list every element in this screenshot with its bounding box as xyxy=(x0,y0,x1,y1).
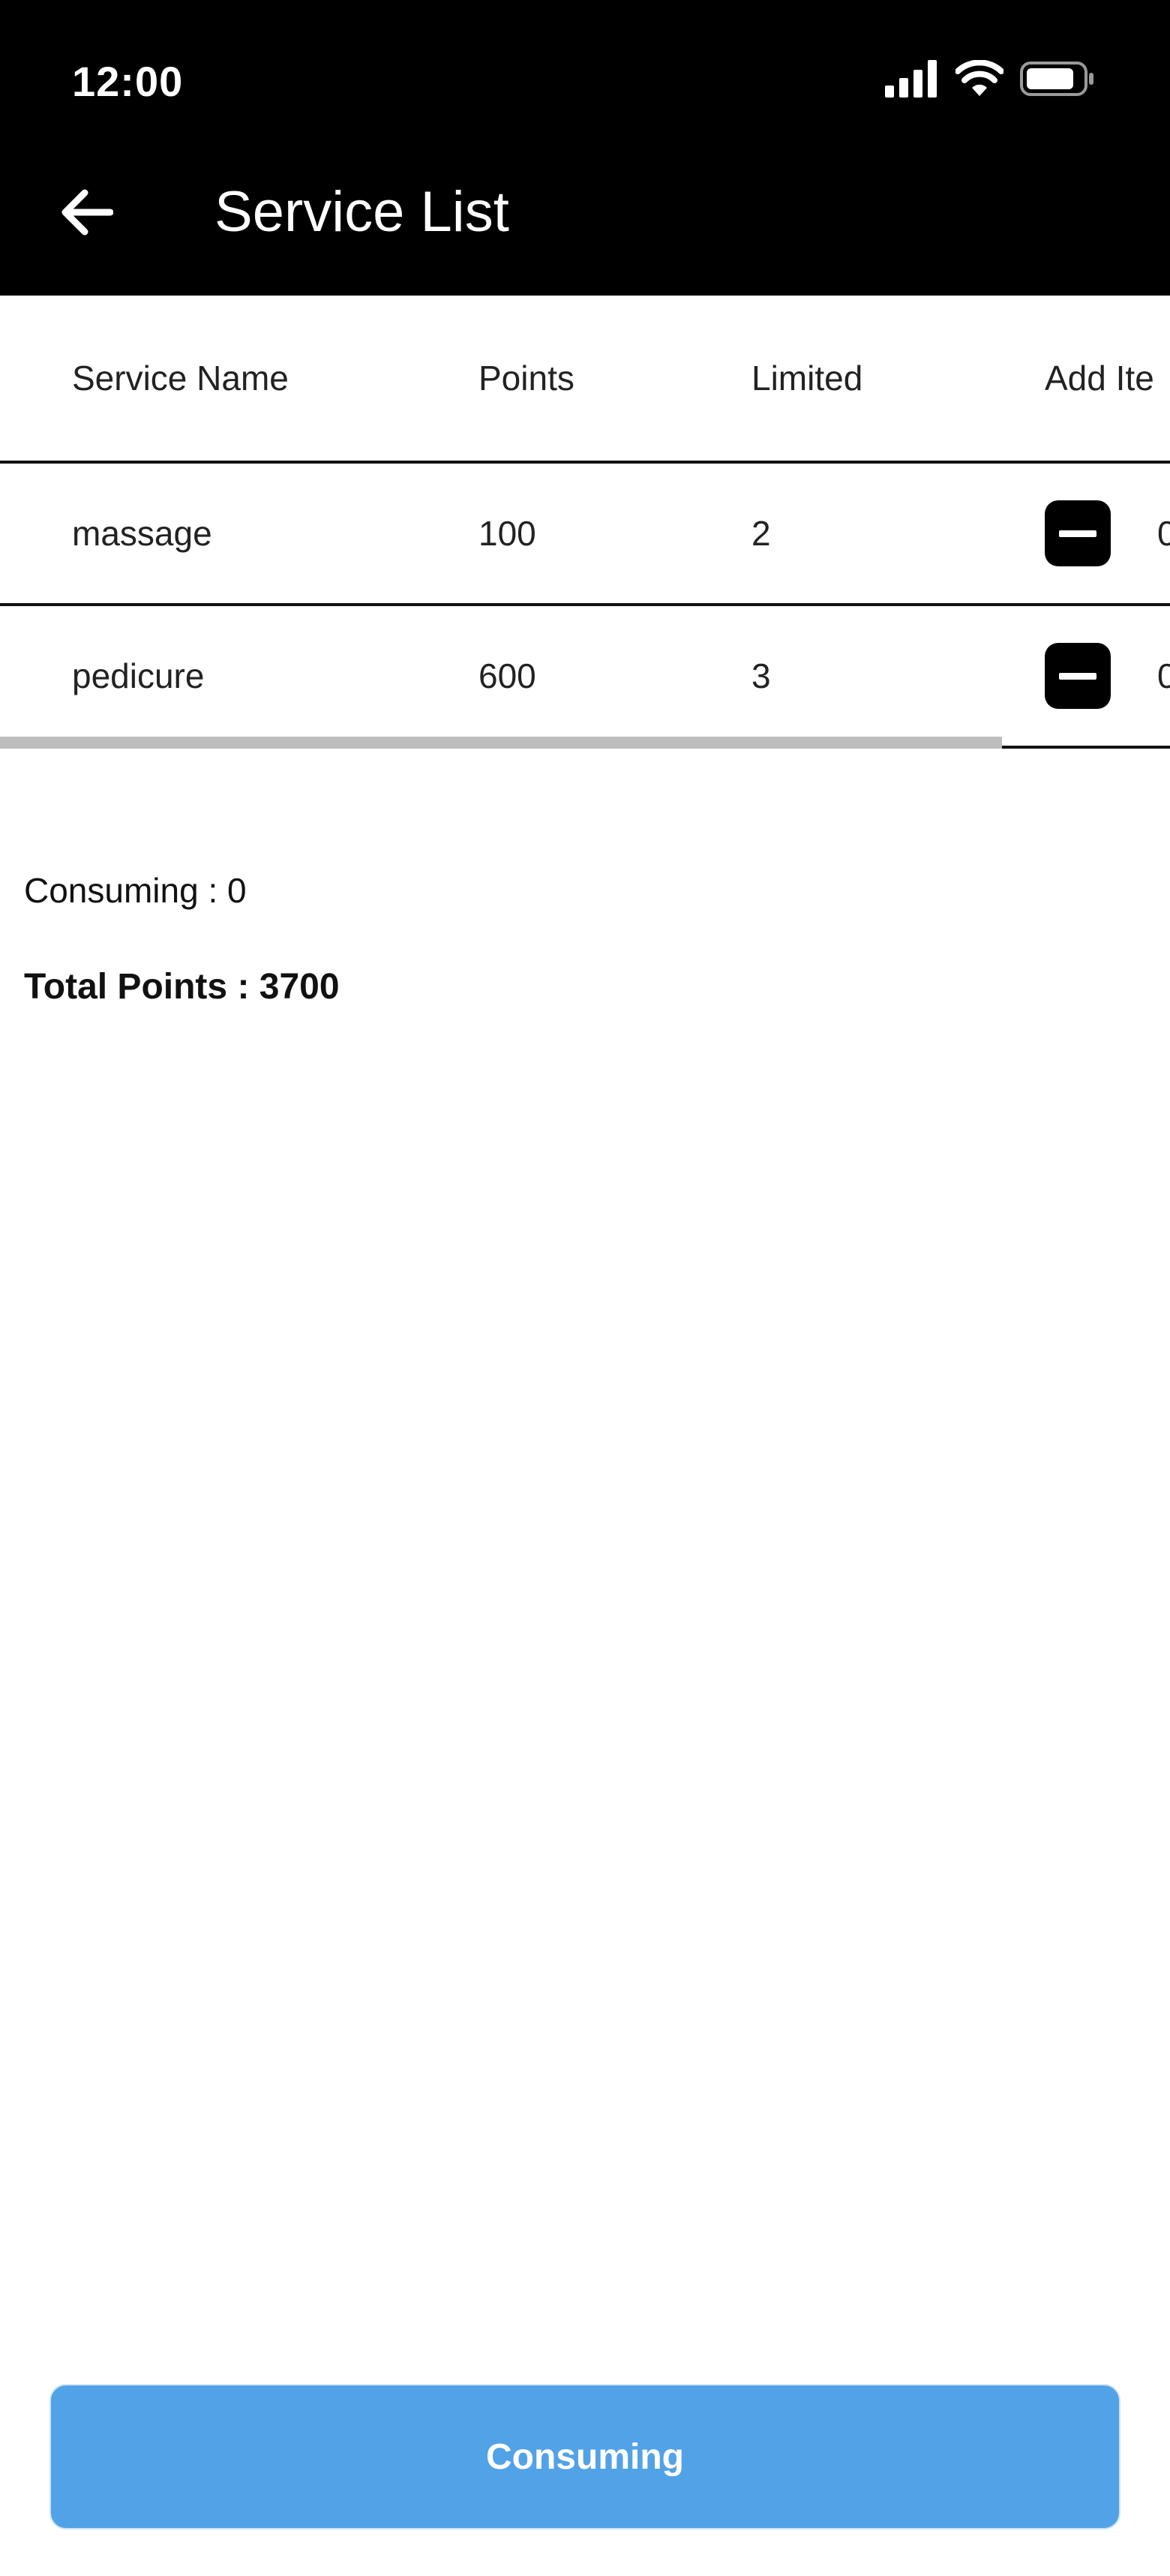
column-header-limited: Limited xyxy=(752,359,863,398)
limited-cell: 2 xyxy=(752,514,771,553)
decrement-button[interactable] xyxy=(1045,643,1111,709)
status-icons xyxy=(885,59,1095,101)
quantity-value: 0 xyxy=(1157,514,1170,553)
service-table-scroll[interactable]: Service Name Points Limited Add Ite mass… xyxy=(0,296,1170,753)
service-list-screen: 12:00 Service List Service Name Points L… xyxy=(0,0,1170,2576)
column-header-add-item: Add Ite xyxy=(1045,359,1154,398)
minus-icon xyxy=(1059,672,1096,680)
battery-icon xyxy=(1020,60,1095,101)
column-header-service-name: Service Name xyxy=(72,359,289,398)
table-row: pedicure 600 3 0 xyxy=(0,606,1170,749)
cellular-signal-icon xyxy=(885,59,939,101)
minus-icon xyxy=(1059,530,1096,537)
service-table: Service Name Points Limited Add Ite mass… xyxy=(0,296,1170,749)
points-cell: 600 xyxy=(478,656,536,695)
app-header: 12:00 Service List xyxy=(0,0,1170,296)
column-header-points: Points xyxy=(478,359,574,398)
arrow-left-icon xyxy=(62,189,113,236)
add-item-cell: 0 xyxy=(1045,606,1170,746)
limited-cell: 3 xyxy=(752,656,771,695)
horizontal-scrollbar[interactable] xyxy=(0,737,1002,749)
consuming-count: Consuming : 0 xyxy=(24,871,247,910)
status-time: 12:00 xyxy=(72,58,184,105)
points-cell: 100 xyxy=(478,514,536,553)
quantity-value: 0 xyxy=(1157,656,1170,695)
wifi-icon xyxy=(955,59,1004,101)
add-item-cell: 0 xyxy=(1045,464,1170,603)
decrement-button[interactable] xyxy=(1045,500,1111,566)
service-name-cell: massage xyxy=(72,514,212,553)
table-row: massage 100 2 0 xyxy=(0,464,1170,606)
page-title: Service List xyxy=(214,180,509,244)
total-points: Total Points : 3700 xyxy=(24,967,340,1007)
table-header-row: Service Name Points Limited Add Ite xyxy=(0,296,1170,464)
service-name-cell: pedicure xyxy=(72,656,205,695)
back-button[interactable] xyxy=(52,179,120,246)
consuming-button[interactable]: Consuming xyxy=(50,2384,1120,2529)
